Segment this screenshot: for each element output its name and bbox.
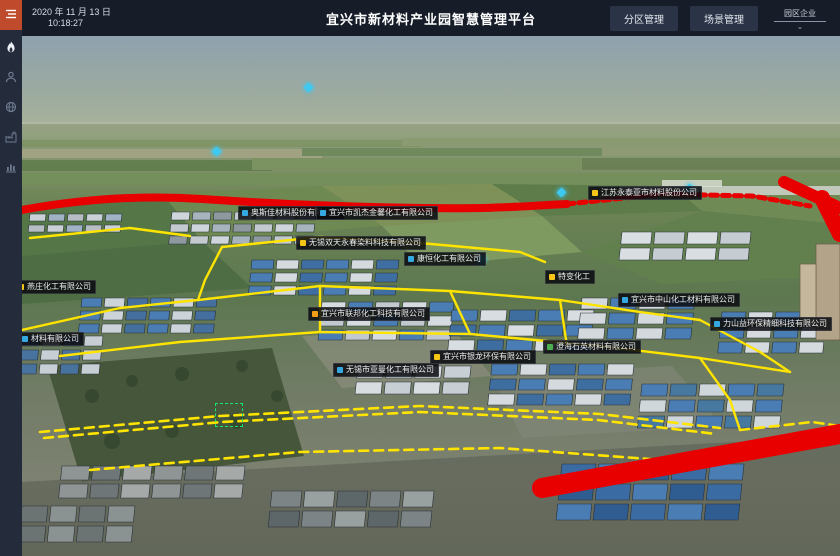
date-text: 2020 年 11 月 13 日 — [32, 7, 111, 18]
park-enterprise-label: 园区企业 — [774, 7, 826, 22]
company-label-text: 力山益环保精细科技有限公司 — [723, 319, 827, 329]
fire-icon — [5, 41, 17, 54]
company-label-text: 康恒化工有限公司 — [417, 254, 481, 264]
factory-icon — [5, 131, 17, 143]
company-pin-icon — [22, 336, 28, 342]
selection-box — [215, 403, 243, 427]
menu-icon — [5, 6, 17, 24]
sidebar-item-factory[interactable] — [0, 124, 22, 150]
company-pin-icon — [549, 274, 555, 280]
company-label[interactable]: 江苏永泰亚市材料股份公司 — [588, 186, 702, 200]
bar-chart-icon — [5, 161, 17, 173]
company-pin-icon — [300, 240, 306, 246]
sidebar-item-bar-chart[interactable] — [0, 154, 22, 180]
company-pin-icon — [434, 354, 440, 360]
company-pin-icon — [714, 321, 720, 327]
sidebar-item-globe[interactable] — [0, 94, 22, 120]
vehicle-marker-icon[interactable] — [212, 147, 222, 157]
company-label-text: 材料有限公司 — [31, 334, 79, 344]
company-pin-icon — [408, 256, 414, 262]
company-label-text: 江苏永泰亚市材料股份公司 — [601, 188, 697, 198]
sidebar — [0, 0, 22, 556]
company-label[interactable]: 宜兴市银龙环保有限公司 — [430, 350, 536, 364]
menu-button[interactable] — [0, 0, 22, 30]
scene-management-button[interactable]: 场景管理 — [690, 6, 758, 31]
company-label[interactable]: 材料有限公司 — [22, 332, 84, 346]
user-icon — [5, 71, 17, 83]
company-label-text: 无锡市亚曼化工有限公司 — [346, 365, 434, 375]
company-label[interactable]: 康恒化工有限公司 — [404, 252, 486, 266]
company-label-text: 宜兴市银龙环保有限公司 — [443, 352, 531, 362]
time-text: 10:18:27 — [48, 18, 111, 29]
company-label-text: 无锡双天永春染料科技有限公司 — [309, 238, 421, 248]
company-label[interactable]: 无锡双天永春染料科技有限公司 — [296, 236, 426, 250]
globe-icon — [5, 101, 17, 113]
map-overlay: 奥斯佳材料股份有限公司宜兴市凯杰金馨化工有限公司无锡双天永春染料科技有限公司康恒… — [22, 36, 840, 556]
map-3d-viewport[interactable]: 奥斯佳材料股份有限公司宜兴市凯杰金馨化工有限公司无锡双天永春染料科技有限公司康恒… — [22, 36, 840, 556]
vehicle-marker-icon[interactable] — [304, 83, 314, 93]
company-label[interactable]: 力山益环保精细科技有限公司 — [710, 317, 832, 331]
company-pin-icon — [622, 297, 628, 303]
company-pin-icon — [312, 311, 318, 317]
company-label[interactable]: 澄海石英材料有限公司 — [543, 340, 641, 354]
chevron-down-icon: ⌄ — [797, 23, 804, 30]
vehicle-marker-icon[interactable] — [557, 188, 567, 198]
company-label[interactable]: 宜兴市联邦化工科技有限公司 — [308, 307, 430, 321]
company-label[interactable]: 宜兴市中山化工材料有限公司 — [618, 293, 740, 307]
company-label-text: 澄海石英材料有限公司 — [556, 342, 636, 352]
company-label[interactable]: 宜兴市凯杰金馨化工有限公司 — [316, 206, 438, 220]
company-pin-icon — [337, 367, 343, 373]
park-enterprise-dropdown[interactable]: 园区企业 ⌄ — [770, 7, 830, 30]
company-pin-icon — [547, 344, 553, 350]
company-pin-icon — [320, 210, 326, 216]
sidebar-item-user[interactable] — [0, 64, 22, 90]
company-pin-icon — [22, 284, 24, 290]
header-actions: 分区管理 场景管理 园区企业 ⌄ — [610, 6, 830, 31]
sidebar-item-fire[interactable] — [0, 34, 22, 60]
company-label-text: 宜兴市中山化工材料有限公司 — [631, 295, 735, 305]
company-pin-icon — [242, 210, 248, 216]
company-label[interactable]: 燕庄化工有限公司 — [22, 280, 96, 294]
company-label-text: 宜兴市联邦化工科技有限公司 — [321, 309, 425, 319]
company-label-text: 特变化工 — [558, 272, 590, 282]
company-label[interactable]: 无锡市亚曼化工有限公司 — [333, 363, 439, 377]
company-label-text: 宜兴市凯杰金馨化工有限公司 — [329, 208, 433, 218]
company-label-text: 燕庄化工有限公司 — [27, 282, 91, 292]
company-pin-icon — [592, 190, 598, 196]
company-label[interactable]: 特变化工 — [545, 270, 595, 284]
smart-park-platform: 2020 年 11 月 13 日 10:18:27 宜兴市新材料产业园智慧管理平… — [0, 0, 840, 556]
datetime: 2020 年 11 月 13 日 10:18:27 — [32, 7, 111, 29]
header-bar: 2020 年 11 月 13 日 10:18:27 宜兴市新材料产业园智慧管理平… — [22, 0, 840, 36]
zone-management-button[interactable]: 分区管理 — [610, 6, 678, 31]
